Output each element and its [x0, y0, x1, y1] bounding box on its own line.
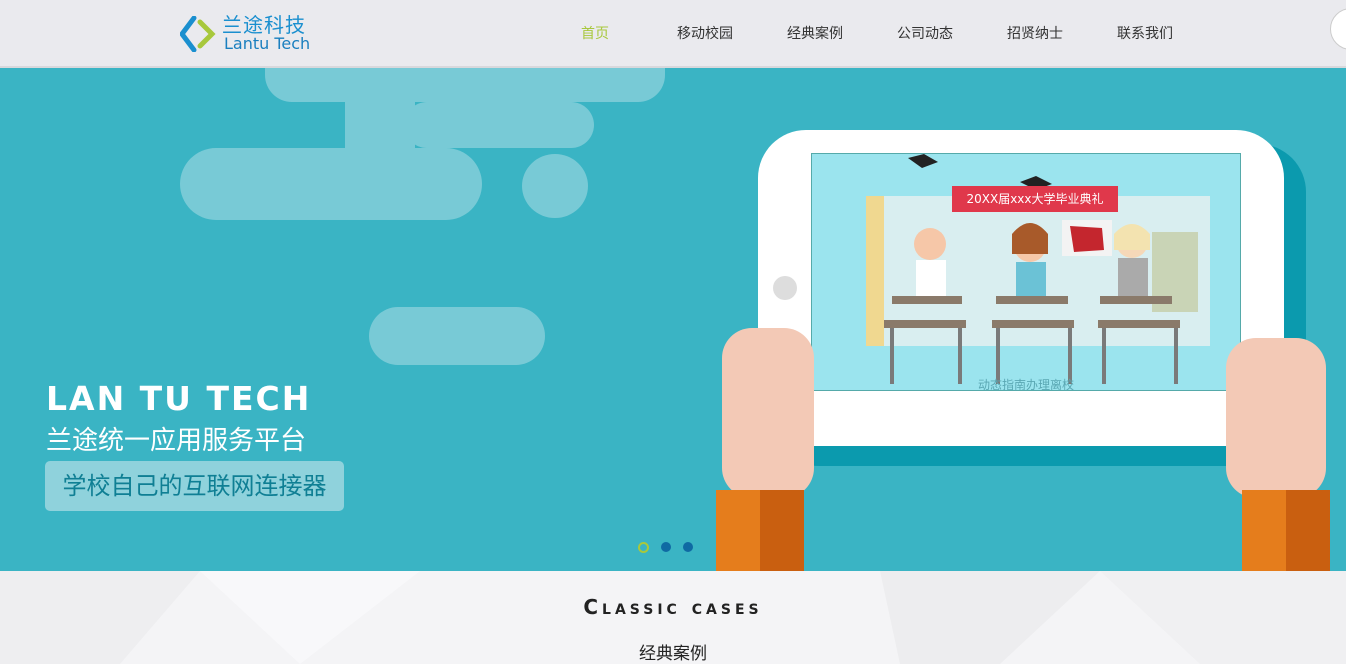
nav-item-company-news[interactable]: 公司动态	[870, 0, 980, 68]
nav-item-mobile-campus[interactable]: 移动校园	[650, 0, 760, 68]
decor-cloud	[265, 68, 665, 102]
floating-circle-button[interactable]	[1330, 8, 1346, 50]
nav-item-home[interactable]: 首页	[540, 0, 650, 68]
logo-chinese-text: 兰途科技	[222, 13, 306, 37]
carousel-dot-1[interactable]	[638, 542, 649, 553]
main-nav: 首页 移动校园 经典案例 公司动态 招贤纳士 联系我们	[540, 0, 1200, 68]
banner-tagline: 学校自己的互联网连接器	[45, 461, 344, 511]
nav-item-classic-cases[interactable]: 经典案例	[760, 0, 870, 68]
decor-cloud	[180, 148, 482, 220]
right-hand	[1226, 338, 1326, 498]
screen-caption: 动态指南办理离校	[977, 378, 1074, 392]
left-hand	[722, 328, 814, 498]
logo-english-text: Lantu Tech	[224, 34, 311, 53]
decor-cloud	[404, 102, 594, 148]
banner-subtitle: 兰途统一应用服务平台	[46, 426, 307, 456]
carousel-dot-2[interactable]	[661, 542, 671, 552]
section-title: Classic cases	[583, 595, 763, 619]
section-subtitle: 经典案例	[639, 644, 707, 664]
carousel-dot-3[interactable]	[683, 542, 693, 552]
logo-icon	[180, 16, 216, 52]
tablet-illustration: 20XX届xxx大学毕业典礼 动态指南办理离校	[700, 68, 1346, 571]
carousel-dots	[638, 542, 693, 553]
right-sleeve-shade	[1286, 490, 1330, 571]
site-header: 兰途科技 Lantu Tech 首页 移动校园 经典案例 公司动态 招贤纳士 联…	[0, 0, 1346, 68]
tablet-home-button	[773, 276, 797, 300]
logo[interactable]: 兰途科技 Lantu Tech	[180, 14, 330, 56]
nav-item-contact[interactable]: 联系我们	[1090, 0, 1200, 68]
screen-ribbon: 20XX届xxx大学毕业典礼	[952, 186, 1118, 212]
left-sleeve-shade	[760, 490, 804, 571]
classic-cases-section: Classic cases 经典案例	[0, 571, 1346, 664]
decor-cloud	[369, 307, 545, 365]
tablet-screen: 20XX届xxx大学毕业典礼 动态指南办理离校	[811, 153, 1241, 392]
decor-cloud	[522, 154, 588, 218]
hero-banner[interactable]: LAN TU TECH 兰途统一应用服务平台 学校自己的互联网连接器 20XX届…	[0, 68, 1346, 571]
banner-title: LAN TU TECH	[46, 379, 312, 418]
nav-item-careers[interactable]: 招贤纳士	[980, 0, 1090, 68]
